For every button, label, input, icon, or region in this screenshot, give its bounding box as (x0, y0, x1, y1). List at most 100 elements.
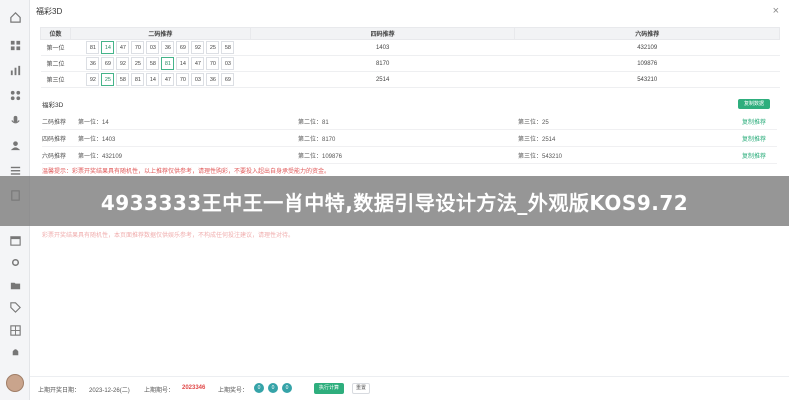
panel-row-first: 第一位：432109 (78, 154, 123, 160)
number-cell: 36 (161, 41, 175, 54)
number-cell: 47 (161, 73, 175, 86)
header-six-code: 六码推荐 (514, 27, 780, 40)
number-cell: 58 (116, 73, 130, 86)
number-cell: 70 (131, 41, 145, 54)
table-icon[interactable] (8, 323, 22, 337)
two-code-cell: 92 25 58 81 14 47 70 03 36 69 (70, 71, 251, 88)
panel-row-second: 第二位：109876 (298, 154, 343, 160)
panel-row-first: 第一位：14 (78, 120, 109, 126)
number-cell: 36 (206, 73, 220, 86)
open-date-value: 2023-12-26(二) (89, 388, 130, 394)
app-title: 福彩3D (36, 6, 63, 16)
panel-row-category: 六码推荐 (42, 154, 67, 160)
list-icon[interactable] (8, 163, 22, 177)
four-code-cell: 8170 (250, 55, 515, 72)
number-cell: 14 (146, 73, 160, 86)
folder-icon[interactable] (8, 278, 22, 292)
home-icon[interactable] (8, 10, 22, 24)
avatar[interactable] (6, 374, 24, 392)
calendar-icon[interactable] (8, 233, 22, 247)
copy-recommend-link[interactable]: 复制推荐 (742, 134, 766, 143)
table-row: 第二位 36 69 92 25 58 81 14 47 70 03 8170 109876 (40, 55, 780, 72)
number-cell: 36 (86, 57, 100, 70)
number-cell: 69 (101, 57, 115, 70)
copy-recommend-link[interactable]: 复制推荐 (742, 151, 766, 160)
settings-icon[interactable] (8, 255, 22, 269)
number-cell: 03 (221, 57, 235, 70)
panel-row-third: 第三位：2514 (518, 137, 556, 143)
mic-icon[interactable] (8, 113, 22, 127)
panel-row-first: 第一位：1403 (78, 137, 116, 143)
number-cell: 92 (86, 73, 100, 86)
table-row: 第三位 92 25 58 81 14 47 70 03 36 69 2514 543210 (40, 71, 780, 88)
reset-button[interactable]: 重置 (352, 383, 370, 394)
ball-2: 0 (268, 383, 278, 393)
table-row: 第一位 81 14 47 70 03 36 69 92 25 58 1403 432109 (40, 39, 780, 56)
two-code-cell: 81 14 47 70 03 36 69 92 25 58 (70, 39, 251, 56)
header-position: 位数 (40, 27, 71, 40)
number-cell: 81 (131, 73, 145, 86)
panel-title: 福彩3D (42, 102, 64, 109)
issue-label: 上期期号： (144, 388, 175, 394)
number-cell: 70 (206, 57, 220, 70)
number-cell: 81 (86, 41, 100, 54)
number-cell: 03 (146, 41, 160, 54)
copy-data-button[interactable]: 复制数据 (738, 99, 770, 109)
footer-bar: 上期开奖日期： 2023-12-26(二) 上期期号： 2023346 上期奖号… (30, 376, 789, 400)
open-date-label: 上期开奖日期： (38, 388, 81, 394)
apps-icon[interactable] (8, 88, 22, 102)
number-cell: 69 (221, 73, 235, 86)
six-code-cell: 109876 (514, 55, 780, 72)
tag-icon[interactable] (8, 300, 22, 314)
ball-3: 0 (282, 383, 292, 393)
four-code-cell: 2514 (250, 71, 515, 88)
number-cell: 47 (191, 57, 205, 70)
number-cell: 47 (116, 41, 130, 54)
number-cell: 81 (161, 57, 175, 70)
number-cell: 92 (191, 41, 205, 54)
recommendation-table: 位数 二码推荐 四码推荐 六码推荐 第一位 81 14 47 70 03 36 69 92 25 5… (40, 27, 780, 88)
panel-row: 六码推荐 第一位：432109 第二位：109876 第三位：543210 复制推荐 (42, 151, 777, 161)
panel-row-second: 第二位：8170 (298, 137, 336, 143)
number-cell: 70 (176, 73, 190, 86)
panel-row-category: 二码推荐 (42, 120, 67, 126)
panel-row: 四码推荐 第一位：1403 第二位：8170 第三位：2514 复制推荐 (42, 134, 777, 144)
panel-row-category: 四码推荐 (42, 137, 67, 143)
title-banner: 4933333王中王一肖中特,数据引导设计方法_外观版KOS9.72 (0, 176, 789, 226)
six-code-cell: 543210 (514, 71, 780, 88)
number-cell: 92 (116, 57, 130, 70)
user-icon[interactable] (8, 138, 22, 152)
number-cell: 14 (176, 57, 190, 70)
row-divider (42, 163, 777, 164)
row-divider (42, 129, 777, 130)
ball-1: 0 (254, 383, 264, 393)
chart-icon[interactable] (8, 63, 22, 77)
number-cell: 58 (221, 41, 235, 54)
execute-button[interactable]: 执行计算 (314, 383, 344, 394)
panel-row-second: 第二位：81 (298, 120, 329, 126)
warning-text: 温馨提示：彩票开奖结果具有随机性，以上推荐仅供参考，请理性购彩，不要投入超出自身… (42, 169, 331, 175)
issue-value: 2023346 (182, 385, 206, 391)
panel-row-third: 第三位：543210 (518, 154, 563, 160)
six-code-cell: 432109 (514, 39, 780, 56)
row-label: 第一位 (40, 39, 71, 56)
grid-icon[interactable] (8, 38, 22, 52)
number-cell: 69 (176, 41, 190, 54)
number-cell: 03 (191, 73, 205, 86)
close-icon[interactable]: × (773, 4, 779, 18)
app-header: 福彩3D (30, 0, 789, 22)
warning-text-faded: 彩票开奖结果具有随机性，本页面推荐数据仅供娱乐参考，不构成任何投注建议，请理性对… (42, 233, 295, 239)
number-cell: 25 (206, 41, 220, 54)
panel-row-third: 第三位：25 (518, 120, 549, 126)
row-divider (42, 146, 777, 147)
banner-text: 4933333王中王一肖中特,数据引导设计方法_外观版KOS9.72 (100, 190, 689, 215)
copy-recommend-link[interactable]: 复制推荐 (742, 117, 766, 126)
header-two-code: 二码推荐 (69, 27, 251, 40)
number-cell: 58 (146, 57, 160, 70)
number-cell: 25 (101, 73, 115, 86)
bell-icon[interactable] (8, 345, 22, 359)
four-code-cell: 1403 (250, 39, 515, 56)
panel-row: 二码推荐 第一位：14 第二位：81 第三位：25 复制推荐 (42, 117, 777, 127)
number-cell: 25 (131, 57, 145, 70)
header-four-code: 四码推荐 (249, 27, 516, 40)
